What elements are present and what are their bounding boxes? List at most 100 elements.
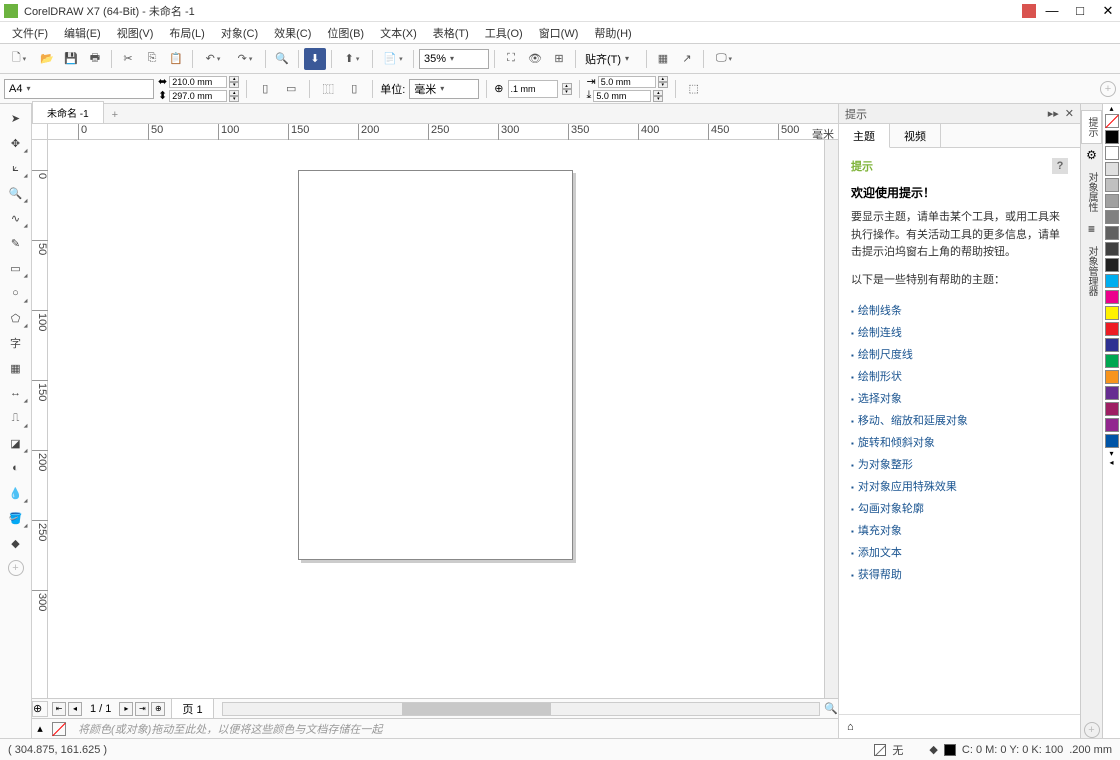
menu-object[interactable]: 对象(C)	[213, 23, 266, 43]
hint-link[interactable]: 添加文本	[851, 541, 1068, 563]
menu-view[interactable]: 视图(V)	[109, 23, 162, 43]
fill-indicator[interactable]	[874, 744, 886, 756]
eyedropper-tool[interactable]: 💧	[2, 481, 30, 505]
hint-link[interactable]: 绘制形状	[851, 365, 1068, 387]
units-combo[interactable]: 毫米	[409, 79, 479, 99]
menu-tools[interactable]: 工具(O)	[477, 23, 531, 43]
docker-close-icon[interactable]: ✕	[1065, 107, 1074, 120]
menu-effects[interactable]: 效果(C)	[266, 23, 319, 43]
swatch[interactable]	[1105, 146, 1119, 160]
import-button[interactable]: ⬇	[304, 48, 326, 70]
pick-tool[interactable]: ➤	[2, 106, 30, 130]
page-tab[interactable]: 页 1	[171, 698, 213, 720]
swatch[interactable]	[1105, 338, 1119, 352]
swatch[interactable]	[1105, 210, 1119, 224]
side-tab-hints[interactable]: 提示	[1081, 110, 1102, 144]
export-button[interactable]: ⬆	[337, 48, 367, 70]
menu-window[interactable]: 窗口(W)	[531, 23, 587, 43]
new-button[interactable]: 🗋	[4, 48, 34, 70]
zoom-to-page-button[interactable]: 🔍	[824, 702, 838, 715]
add-document-tab[interactable]: +	[104, 107, 126, 123]
paste-button[interactable]: 📋	[165, 48, 187, 70]
show-grid-button[interactable]: ⊞	[548, 48, 570, 70]
swatch[interactable]	[1105, 386, 1119, 400]
page-height-input[interactable]	[169, 90, 227, 102]
menu-layout[interactable]: 布局(L)	[161, 23, 212, 43]
palette-scroll-down[interactable]: ▾	[1103, 449, 1120, 458]
text-tool[interactable]: 字	[2, 331, 30, 355]
ruler-origin[interactable]	[32, 124, 48, 140]
swatch[interactable]	[1105, 434, 1119, 448]
home-icon[interactable]: ⌂	[847, 721, 854, 733]
add-docker-button[interactable]: +	[1084, 722, 1100, 738]
drop-shadow-tool[interactable]: ◪	[2, 431, 30, 455]
spin-down[interactable]: ▾	[229, 96, 239, 102]
undo-button[interactable]: ↶	[198, 48, 228, 70]
swatch[interactable]	[1105, 322, 1119, 336]
ellipse-tool[interactable]: ○	[2, 281, 30, 305]
artistic-media-tool[interactable]: ✎	[2, 231, 30, 255]
rectangle-tool[interactable]: ▭	[2, 256, 30, 280]
show-rulers-button[interactable]: 👁	[524, 48, 546, 70]
horizontal-scrollbar[interactable]	[222, 702, 820, 716]
snap-combo[interactable]: 贴齐(T)	[581, 49, 641, 69]
horizontal-ruler[interactable]: 050100150200250300350400450500 毫米	[48, 124, 838, 140]
swatch[interactable]	[1105, 306, 1119, 320]
menu-file[interactable]: 文件(F)	[4, 23, 56, 43]
copy-button[interactable]: ⎘	[141, 48, 163, 70]
swatch[interactable]	[1105, 402, 1119, 416]
tab-videos[interactable]: 视频	[890, 124, 941, 147]
minimize-button[interactable]: —	[1044, 3, 1060, 19]
menu-text[interactable]: 文本(X)	[372, 23, 425, 43]
add-toolbar-button[interactable]: +	[1100, 81, 1116, 97]
save-button[interactable]: 💾	[60, 48, 82, 70]
swatch[interactable]	[1105, 130, 1119, 144]
swatch[interactable]	[1105, 162, 1119, 176]
menu-edit[interactable]: 编辑(E)	[56, 23, 109, 43]
menu-bitmap[interactable]: 位图(B)	[319, 23, 372, 43]
current-page-button[interactable]: ▯	[343, 78, 365, 100]
hint-link[interactable]: 移动、缩放和延展对象	[851, 409, 1068, 431]
spin-down[interactable]: ▾	[562, 89, 572, 95]
paper-size-combo[interactable]: A4	[4, 79, 154, 99]
zoom-combo[interactable]: 35%	[419, 49, 489, 69]
table-tool[interactable]: ▦	[2, 356, 30, 380]
all-pages-button[interactable]: ⿲	[317, 78, 339, 100]
no-color-swatch[interactable]	[52, 722, 66, 736]
customize-toolbox[interactable]: +	[8, 560, 24, 576]
navigator-icon[interactable]: ⊕	[32, 701, 48, 717]
options-button[interactable]: ▦	[652, 48, 674, 70]
fullscreen-button[interactable]: ⛶	[500, 48, 522, 70]
swatch[interactable]	[1105, 178, 1119, 192]
hint-link[interactable]: 绘制尺度线	[851, 343, 1068, 365]
open-button[interactable]: 📂	[36, 48, 58, 70]
drawing-canvas[interactable]	[48, 140, 824, 698]
menu-table[interactable]: 表格(T)	[425, 23, 477, 43]
swatch[interactable]	[1105, 242, 1119, 256]
page-width-input[interactable]	[169, 76, 227, 88]
swatch[interactable]	[1105, 354, 1119, 368]
polygon-tool[interactable]: ⬠	[2, 306, 30, 330]
add-page-button[interactable]: ⊕	[151, 702, 165, 716]
swatch[interactable]	[1105, 290, 1119, 304]
side-tab-properties[interactable]: 对象属性	[1082, 166, 1101, 218]
side-tab-manager[interactable]: 对象管理器	[1082, 240, 1101, 302]
palette-flyout[interactable]: ◂	[1103, 458, 1120, 467]
outline-indicator[interactable]	[944, 744, 956, 756]
tab-topics[interactable]: 主题	[839, 124, 890, 148]
hint-link[interactable]: 选择对象	[851, 387, 1068, 409]
redo-button[interactable]: ↷	[230, 48, 260, 70]
color-docker-up[interactable]: ▴	[32, 722, 48, 735]
maximize-button[interactable]: □	[1072, 3, 1088, 19]
launch-button[interactable]: ↗	[676, 48, 698, 70]
smart-fill-tool[interactable]: ◆	[2, 531, 30, 555]
interactive-fill-tool[interactable]: 🪣	[2, 506, 30, 530]
shape-tool[interactable]: ✥	[2, 131, 30, 155]
nudge-input[interactable]	[508, 80, 558, 98]
publish-pdf-button[interactable]: 📄	[378, 48, 408, 70]
app-launcher-button[interactable]: 🖵	[709, 48, 739, 70]
docker-collapse-icon[interactable]: ▸▸	[1048, 107, 1059, 120]
swatch[interactable]	[1105, 194, 1119, 208]
palette-scroll-up[interactable]: ▴	[1103, 104, 1120, 113]
hint-link[interactable]: 填充对象	[851, 519, 1068, 541]
